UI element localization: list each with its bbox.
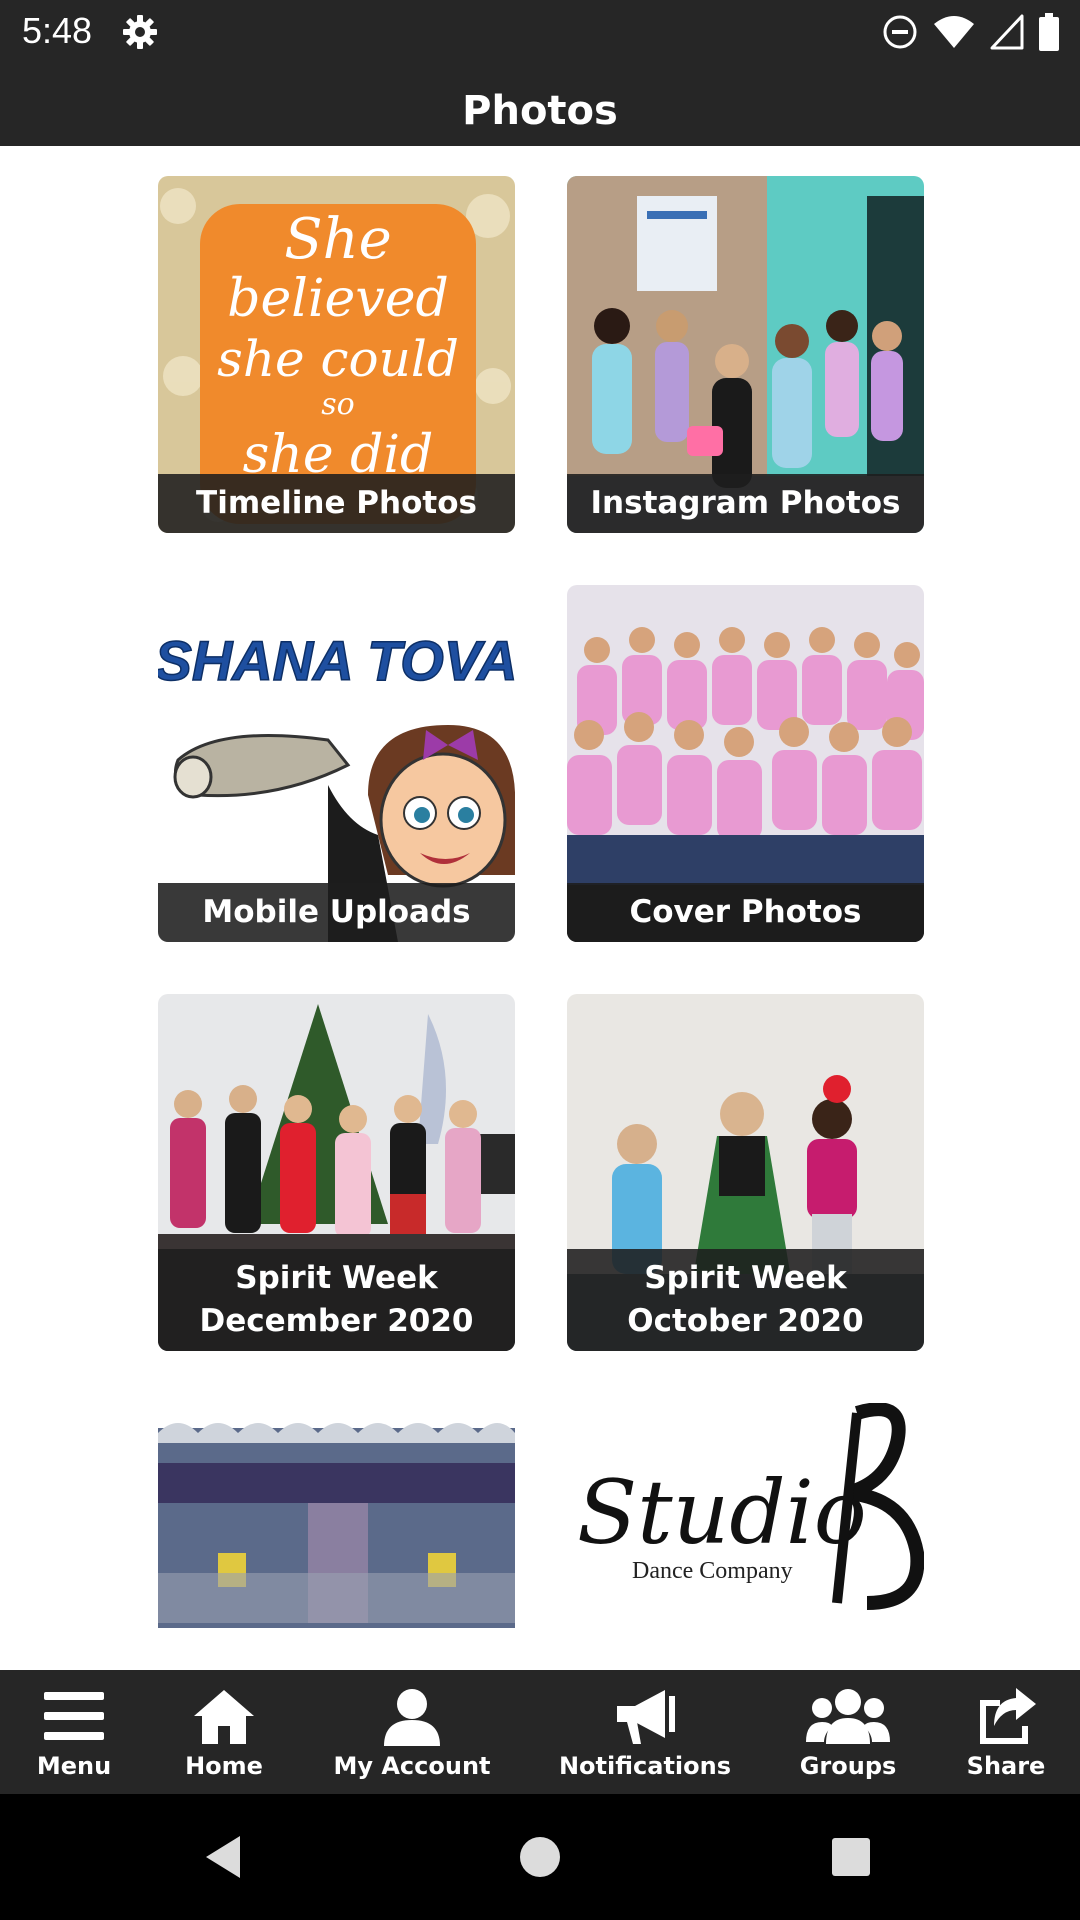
groups-icon [806, 1689, 890, 1744]
album-tile-instagram-photos[interactable]: Instagram Photos [567, 176, 924, 533]
album-label: Timeline Photos [158, 474, 515, 533]
home-icon [194, 1690, 254, 1744]
logo-subtext: Dance Company [632, 1558, 793, 1584]
album-tile-cover-photos[interactable]: Cover Photos [567, 585, 924, 942]
album-grid: She believed she could so she did Timeli… [158, 176, 924, 1671]
album-label: Cover Photos [567, 883, 924, 942]
nav-home-label: Home [185, 1752, 263, 1780]
settings-gear-icon [120, 12, 160, 52]
cover-text: SHANA TOVA [158, 629, 515, 692]
album-label: Instagram Photos [567, 474, 924, 533]
do-not-disturb-icon [882, 14, 918, 50]
album-tile-spirit-week-october-2020[interactable]: Spirit Week October 2020 [567, 994, 924, 1351]
album-tile-timeline-photos[interactable]: She believed she could so she did Timeli… [158, 176, 515, 533]
album-tile-8[interactable]: Studio Dance Company [567, 1403, 924, 1671]
logo-text: Studio [577, 1461, 867, 1564]
nav-my-account[interactable]: My Account [322, 1670, 502, 1794]
share-icon [980, 1688, 1036, 1744]
page-title: Photos [462, 88, 618, 134]
status-time: 5:48 [22, 10, 93, 51]
cover-text-line: She [284, 207, 392, 272]
bottom-navigation: Menu Home My Account Notifications Group… [0, 1670, 1080, 1794]
album-label: Spirit Week December 2020 [158, 1249, 515, 1351]
megaphone-icon [617, 1690, 675, 1744]
system-navigation-bar [0, 1794, 1080, 1920]
nav-menu-label: Menu [36, 1752, 112, 1780]
menu-icon [44, 1692, 104, 1740]
battery-icon [1038, 13, 1060, 51]
recents-icon[interactable] [824, 1830, 878, 1884]
nav-groups-label: Groups [799, 1752, 897, 1780]
nav-notifications-label: Notifications [558, 1752, 732, 1780]
account-icon [384, 1689, 440, 1746]
nav-my-account-label: My Account [333, 1752, 491, 1780]
nav-notifications[interactable]: Notifications [550, 1670, 740, 1794]
nav-menu[interactable]: Menu [14, 1670, 134, 1794]
album-label: Spirit Week October 2020 [567, 1249, 924, 1351]
cell-signal-icon [990, 14, 1024, 50]
cover-text-line: she could [217, 330, 459, 388]
cover-text-line: believed [227, 269, 449, 329]
home-circle-icon[interactable] [513, 1830, 567, 1884]
album-cover-image: Studio Dance Company [567, 1403, 924, 1671]
album-tile-spirit-week-december-2020[interactable]: Spirit Week December 2020 [158, 994, 515, 1351]
nav-share-label: Share [966, 1752, 1046, 1780]
nav-home[interactable]: Home [164, 1670, 284, 1794]
nav-share[interactable]: Share [946, 1670, 1066, 1794]
status-bar: 5:48 [0, 0, 1080, 64]
app-bar: Photos [0, 64, 1080, 146]
album-label: Mobile Uploads [158, 883, 515, 942]
album-tile-mobile-uploads[interactable]: SHANA TOVA Mobile Uploads [158, 585, 515, 942]
wifi-icon [932, 14, 976, 50]
album-tile-7[interactable] [158, 1403, 515, 1671]
album-cover-image [158, 1403, 515, 1671]
back-icon[interactable] [198, 1830, 252, 1884]
nav-groups[interactable]: Groups [788, 1670, 908, 1794]
cover-text-line: so [321, 387, 354, 422]
